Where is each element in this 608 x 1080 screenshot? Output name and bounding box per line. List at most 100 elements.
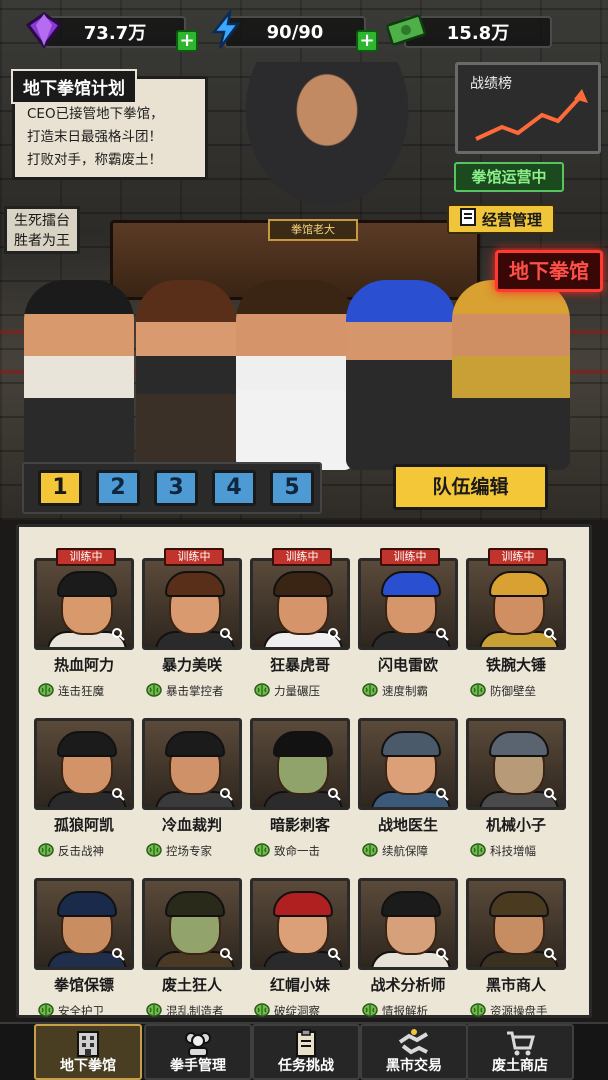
fighter-card[interactable]: 训练中 铁腕大锤 防御壁垒 xyxy=(466,548,566,708)
fighter-portrait xyxy=(142,558,242,650)
plan-note: 地下拳馆计划 CEO已接管地下拳馆， 打造末日最强格斗团！ 打败对手，称霸废土！ xyxy=(11,69,208,180)
nav-handshake[interactable]: 黑市交易 xyxy=(360,1024,468,1080)
fighter-skill: 破绽洞察 xyxy=(254,1000,350,1022)
team-fighter-3[interactable] xyxy=(236,280,354,470)
brain-icon xyxy=(146,682,162,700)
skill-label: 混乱制造者 xyxy=(166,1004,224,1018)
fighter-card[interactable]: 黑市商人 资源操盘手 xyxy=(466,878,566,1028)
clipboard-icon xyxy=(254,1028,358,1058)
skill-label: 控场专家 xyxy=(166,844,212,858)
team-fighter-5[interactable] xyxy=(452,280,570,470)
sign-line: 生死擂台 xyxy=(14,213,70,229)
skill-label: 破绽洞察 xyxy=(274,1004,320,1018)
fighter-hair xyxy=(273,891,333,917)
fighter-card[interactable]: 废土狂人 混乱制造者 xyxy=(142,878,242,1028)
fighter-card[interactable]: 孤狼阿凯 反击战神 xyxy=(34,718,134,868)
team-icon xyxy=(146,1028,250,1058)
skill-label: 暴击掌控者 xyxy=(166,684,224,698)
nav-building[interactable]: 地下拳馆 xyxy=(34,1024,142,1080)
fighter-card[interactable]: 战地医生 续航保障 xyxy=(358,718,458,868)
skill-label: 力量碾压 xyxy=(274,684,320,698)
leaderboard-board[interactable]: 战绩榜 xyxy=(455,62,601,154)
skill-label: 科技增幅 xyxy=(490,844,536,858)
magnifier-icon[interactable] xyxy=(109,625,127,643)
team-tab-3[interactable]: 3 xyxy=(154,470,198,506)
magnifier-icon[interactable] xyxy=(325,785,343,803)
training-badge: 训练中 xyxy=(272,548,332,566)
fighter-card[interactable]: 训练中 闪电雷欧 速度制霸 xyxy=(358,548,458,708)
team-tab-2[interactable]: 2 xyxy=(96,470,140,506)
magnifier-icon[interactable] xyxy=(217,945,235,963)
fighter-skill: 情报解析 xyxy=(362,1000,458,1022)
fighter-portrait xyxy=(466,558,566,650)
brain-icon xyxy=(254,842,270,860)
fighter-card[interactable]: 拳馆保镖 安全护卫 xyxy=(34,878,134,1028)
energy-value: 90/90 xyxy=(266,21,324,43)
manage-button[interactable]: 经营管理 xyxy=(447,204,555,234)
fighter-name: 闪电雷欧 xyxy=(377,656,438,674)
nav-cart[interactable]: 废土商店 xyxy=(466,1024,574,1080)
magnifier-icon[interactable] xyxy=(541,785,559,803)
fighter-name: 铁腕大锤 xyxy=(485,656,546,674)
fighter-name: 热血阿力 xyxy=(53,656,114,674)
fighter-card[interactable]: 红帽小妹 破绽洞察 xyxy=(250,878,350,1028)
team-tab-1[interactable]: 1 xyxy=(38,470,82,506)
fighter-portrait xyxy=(358,558,458,650)
brain-icon xyxy=(470,682,486,700)
team-fighter-4[interactable] xyxy=(346,280,456,470)
boss-character xyxy=(232,62,422,222)
training-badge: 训练中 xyxy=(164,548,224,566)
fighter-card[interactable]: 训练中 狂暴虎哥 力量碾压 xyxy=(250,548,350,708)
brain-icon xyxy=(254,682,270,700)
brain-icon xyxy=(38,1002,54,1020)
nav-team[interactable]: 拳手管理 xyxy=(144,1024,252,1080)
team-tab-5[interactable]: 5 xyxy=(270,470,314,506)
magnifier-icon[interactable] xyxy=(217,625,235,643)
fighter-name: 红帽小妹 xyxy=(269,976,330,994)
fighter-portrait xyxy=(250,718,350,810)
fighter-card[interactable]: 战术分析师 情报解析 xyxy=(358,878,458,1028)
fighter-card[interactable]: 机械小子 科技增幅 xyxy=(466,718,566,868)
fighter-card[interactable]: 暗影刺客 致命一击 xyxy=(250,718,350,868)
plan-line: CEO已接管地下拳馆， xyxy=(27,106,164,122)
fighter-skill: 安全护卫 xyxy=(38,1000,134,1022)
magnifier-icon[interactable] xyxy=(433,945,451,963)
fighter-portrait xyxy=(466,718,566,810)
magnifier-icon[interactable] xyxy=(541,945,559,963)
fighter-card[interactable]: 冷血裁判 控场专家 xyxy=(142,718,242,868)
team-edit-button[interactable]: 队伍编辑 xyxy=(393,464,548,510)
fighter-hair xyxy=(57,731,117,757)
plan-title: 地下拳馆计划 xyxy=(11,69,137,104)
skill-label: 资源操盘手 xyxy=(490,1004,548,1018)
magnifier-icon[interactable] xyxy=(217,785,235,803)
fighter-hair xyxy=(165,731,225,757)
add-energy-button[interactable]: + xyxy=(356,30,378,52)
team-fighter-1[interactable] xyxy=(24,280,134,470)
brain-icon xyxy=(146,842,162,860)
fighter-portrait xyxy=(250,558,350,650)
fighter-name: 冷血裁判 xyxy=(161,816,222,834)
energy-icon xyxy=(204,8,248,52)
gem-icon xyxy=(22,8,66,52)
fighter-skill: 资源操盘手 xyxy=(470,1000,566,1022)
nav-label: 地下拳馆 xyxy=(60,1058,116,1074)
magnifier-icon[interactable] xyxy=(109,945,127,963)
nav-clipboard[interactable]: 任务挑战 xyxy=(252,1024,360,1080)
magnifier-icon[interactable] xyxy=(541,625,559,643)
magnifier-icon[interactable] xyxy=(325,625,343,643)
fighter-skill: 控场专家 xyxy=(146,840,242,862)
magnifier-icon[interactable] xyxy=(433,625,451,643)
skill-label: 安全护卫 xyxy=(58,1004,104,1018)
fighter-portrait xyxy=(466,878,566,970)
team-fighter-2[interactable] xyxy=(136,280,236,470)
cash-value: 15.8万 xyxy=(446,23,510,44)
magnifier-icon[interactable] xyxy=(325,945,343,963)
magnifier-icon[interactable] xyxy=(433,785,451,803)
fighter-card[interactable]: 训练中暴力美咲暴击掌控者 xyxy=(142,548,242,708)
team-tab-4[interactable]: 4 xyxy=(212,470,256,506)
fighter-name: 暴力美咲 xyxy=(161,656,222,674)
magnifier-icon[interactable] xyxy=(109,785,127,803)
fighter-card[interactable]: 训练中 热血阿力 连击狂魔 xyxy=(34,548,134,708)
plan-line: 打造末日最强格斗团！ xyxy=(27,129,162,145)
add-gems-button[interactable]: + xyxy=(176,30,198,52)
